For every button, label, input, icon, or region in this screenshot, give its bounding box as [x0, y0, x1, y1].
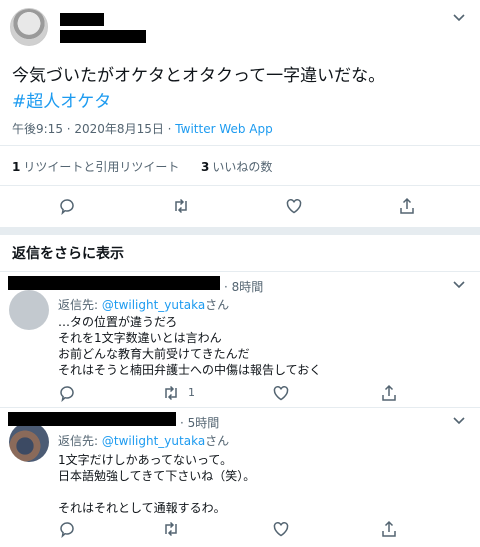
reply-icon[interactable] — [58, 384, 76, 402]
reply-actions: 1 — [0, 384, 480, 408]
tweet-meta: 午後9:15 · 2020年8月15日 · Twitter Web App — [12, 120, 273, 137]
retweets-count: 1 — [12, 160, 21, 174]
reply-time-value[interactable]: 8時間 — [232, 280, 264, 294]
likes-count: 3 — [201, 160, 210, 174]
like-icon[interactable] — [285, 197, 303, 215]
reply-text: …タの位置が違うだろ それを1文字数違いとは言わん お前どんな教育大前受けてきた… — [58, 315, 322, 377]
reply-icon[interactable] — [58, 520, 76, 538]
tweet-text: 今気づいたがオケタとオタクって一字違いだな。 #超人オケタ — [12, 63, 472, 115]
reply-text: 1文字だけしかあってないって。 日本語勉強してきて下さいね（笑）。 それはそれと… — [58, 453, 256, 515]
retweet-icon[interactable] — [162, 520, 180, 538]
reply-avatar[interactable] — [9, 422, 49, 462]
replying-prefix: 返信先: — [58, 298, 102, 312]
reply-time[interactable]: · 5時間 — [180, 414, 219, 431]
divider — [0, 271, 480, 272]
redacted-reply-author — [8, 412, 176, 426]
tweet-stats: 1 リツイートと引用リツイート 3 いいねの数 — [12, 158, 272, 175]
divider — [0, 145, 480, 146]
replying-to: 返信先: @twilight_yutakaさん — [58, 296, 229, 313]
replying-handle-link[interactable]: @twilight_yutaka — [102, 434, 205, 448]
reply-time-value[interactable]: 5時間 — [188, 416, 220, 430]
share-icon[interactable] — [398, 197, 416, 215]
reply-avatar[interactable] — [9, 290, 49, 330]
reply-time[interactable]: · 8時間 — [224, 278, 263, 295]
share-icon[interactable] — [380, 520, 398, 538]
meta-separator: · — [163, 122, 176, 136]
retweet-icon[interactable] — [172, 197, 190, 215]
likes-label: いいねの数 — [212, 160, 273, 174]
redacted-username — [60, 30, 146, 43]
replying-suffix: さん — [205, 434, 230, 448]
reply-actions — [0, 520, 480, 544]
divider — [0, 185, 480, 186]
source-app-link[interactable]: Twitter Web App — [175, 122, 272, 136]
divider — [0, 407, 480, 408]
like-icon[interactable] — [272, 520, 290, 538]
retweets-stat[interactable]: 1 リツイートと引用リツイート — [12, 160, 179, 174]
tweet-timestamp[interactable]: 午後9:15 · 2020年8月15日 — [12, 122, 164, 136]
share-icon[interactable] — [380, 384, 398, 402]
replying-handle-link[interactable]: @twilight_yutaka — [102, 298, 205, 312]
replying-to: 返信先: @twilight_yutakaさん — [58, 432, 229, 449]
chevron-down-icon[interactable] — [452, 280, 466, 290]
retweet-icon[interactable] — [162, 384, 180, 402]
show-more-replies[interactable]: 返信をさらに表示 — [12, 243, 124, 263]
retweet-count: 1 — [188, 386, 195, 399]
author-avatar[interactable] — [10, 8, 48, 46]
chevron-down-icon[interactable] — [452, 13, 466, 23]
section-separator — [0, 227, 480, 235]
reply-icon[interactable] — [58, 197, 76, 215]
tweet-actions — [0, 197, 480, 221]
likes-stat[interactable]: 3 いいねの数 — [201, 160, 272, 174]
tweet-body: 今気づいたがオケタとオタクって一字違いだな。 — [12, 66, 386, 86]
redacted-reply-author — [8, 276, 220, 290]
replying-suffix: さん — [205, 298, 230, 312]
like-icon[interactable] — [272, 384, 290, 402]
chevron-down-icon[interactable] — [452, 416, 466, 426]
retweets-label: リツイートと引用リツイート — [23, 160, 180, 174]
hashtag-link[interactable]: #超人オケタ — [12, 89, 472, 115]
redacted-display-name — [60, 13, 104, 26]
replying-prefix: 返信先: — [58, 434, 102, 448]
